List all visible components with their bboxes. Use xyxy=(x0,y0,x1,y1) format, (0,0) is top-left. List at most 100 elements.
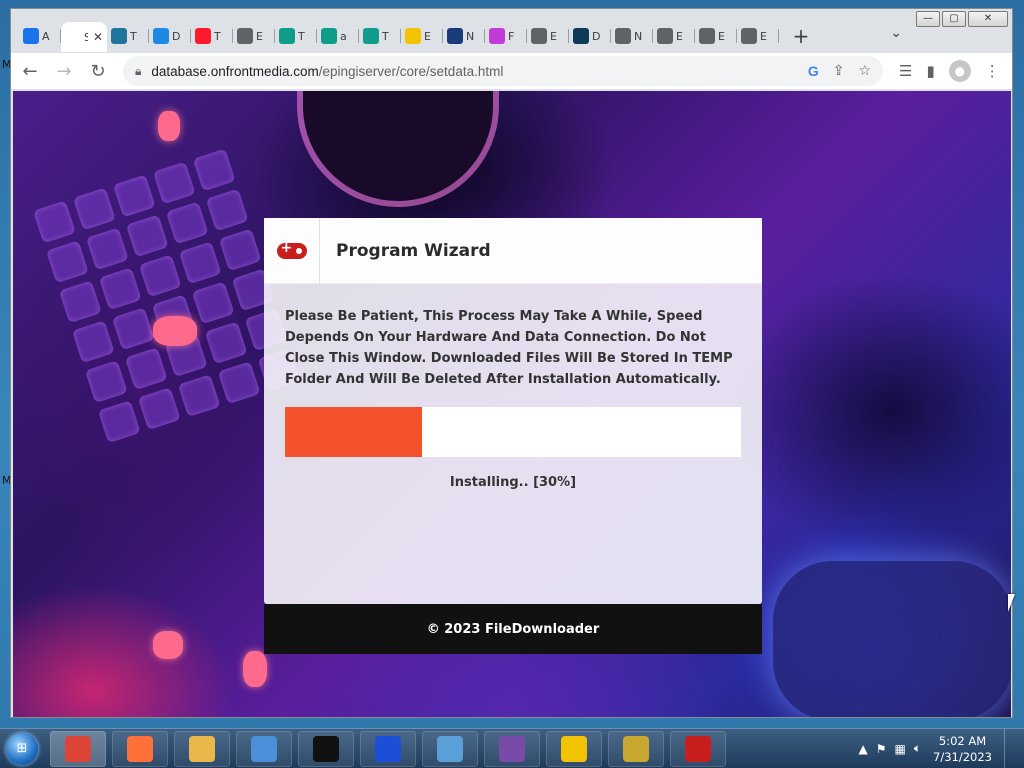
forward-button[interactable]: → xyxy=(49,56,79,86)
tab-2[interactable]: T xyxy=(107,22,149,50)
url-text: database.onfrontmedia.com/epingiserver/c… xyxy=(151,64,503,79)
tab-16[interactable]: E xyxy=(695,22,737,50)
clock[interactable]: 5:02 AM 7/31/2023 xyxy=(929,733,996,765)
tab-5[interactable]: E xyxy=(233,22,275,50)
tab-title: F xyxy=(508,29,515,43)
tab-13[interactable]: D xyxy=(569,22,611,50)
network-icon[interactable]: ▦ xyxy=(894,742,905,756)
tab-17[interactable]: E xyxy=(737,22,779,50)
tab-12[interactable]: E xyxy=(527,22,569,50)
new-tab-button[interactable]: + xyxy=(787,22,815,50)
tab-title: N xyxy=(634,29,642,43)
background-key xyxy=(138,254,182,298)
tab-title: E xyxy=(424,29,431,43)
taskbar-items xyxy=(44,730,726,767)
taskbar-installer[interactable] xyxy=(422,730,478,767)
share-icon[interactable]: ⇪ xyxy=(833,63,845,79)
show-desktop-button[interactable] xyxy=(1004,728,1016,768)
background-key xyxy=(98,267,142,311)
tab-title: D xyxy=(172,29,180,43)
background-key xyxy=(165,201,209,245)
globe-icon xyxy=(657,28,673,44)
bookmark-star-icon[interactable]: ☆ xyxy=(858,63,871,79)
reload-button[interactable]: ↻ xyxy=(83,56,113,86)
taskbar-explorer[interactable] xyxy=(174,730,230,767)
tab-search-icon[interactable]: ⌄ xyxy=(890,25,902,41)
google-lens-icon[interactable]: G xyxy=(808,63,819,79)
tab-title: a xyxy=(340,29,347,43)
background-key xyxy=(112,174,156,218)
tab-title: E xyxy=(256,29,263,43)
taskbar-tool[interactable] xyxy=(484,730,540,767)
tab-7[interactable]: a xyxy=(317,22,359,50)
cloud-icon xyxy=(153,28,169,44)
taskbar-app[interactable] xyxy=(670,730,726,767)
tab-strip: AS✕TDTETaTENFEDNEEE+⌄ xyxy=(11,21,1012,52)
tab-0[interactable]: A xyxy=(19,22,61,50)
browser-window: — ▢ ✕ AS✕TDTETaTENFEDNEEE+⌄ ← → ↻ 🔒︎ dat… xyxy=(10,8,1013,718)
globe-icon xyxy=(531,28,547,44)
tab-title: E xyxy=(550,29,557,43)
network-icon xyxy=(623,735,649,762)
tab-title: T xyxy=(382,29,389,43)
tab-3[interactable]: D xyxy=(149,22,191,50)
tray-expand-icon[interactable]: ▲ xyxy=(858,742,867,756)
flag-icon[interactable]: ⚑ xyxy=(876,742,887,756)
back-button[interactable]: ← xyxy=(15,56,45,86)
app-icon xyxy=(685,735,711,762)
background-key xyxy=(125,214,169,258)
taskbar-network[interactable] xyxy=(608,730,664,767)
tab-9[interactable]: E xyxy=(401,22,443,50)
tab-11[interactable]: F xyxy=(485,22,527,50)
tab-close-icon[interactable]: ✕ xyxy=(93,30,103,44)
program-wizard-dialog: Program Wizard Please Be Patient, This P… xyxy=(264,217,762,654)
start-button[interactable]: ⊞ xyxy=(0,729,44,768)
tab-15[interactable]: E xyxy=(653,22,695,50)
opera-icon xyxy=(195,28,211,44)
tab-10[interactable]: N xyxy=(443,22,485,50)
address-bar[interactable]: 🔒︎ database.onfrontmedia.com/epingiserve… xyxy=(123,56,883,86)
wizard-message: Please Be Patient, This Process May Take… xyxy=(285,309,733,387)
play-icon xyxy=(279,28,295,44)
background-key xyxy=(71,320,115,364)
background-key xyxy=(218,228,262,272)
menu-kebab-icon[interactable]: ⋮ xyxy=(985,62,1000,80)
reload-icon: ↻ xyxy=(90,60,106,82)
explorer-icon xyxy=(189,735,215,762)
taskbar-security[interactable] xyxy=(236,730,292,767)
wizard-footer: © 2023 FileDownloader xyxy=(264,604,762,654)
tab-14[interactable]: N xyxy=(611,22,653,50)
puzzle-icon xyxy=(561,735,587,762)
side-panel-icon[interactable]: ▮ xyxy=(926,62,934,80)
globe-icon xyxy=(699,28,715,44)
profile-avatar[interactable]: ● xyxy=(948,60,971,82)
person-icon: ● xyxy=(954,64,965,78)
taskbar-terminal[interactable] xyxy=(298,730,354,767)
page-content: Program Wizard Please Be Patient, This P… xyxy=(13,91,1011,717)
globe-icon xyxy=(741,28,757,44)
arrow-right-icon: → xyxy=(56,60,72,82)
background-key xyxy=(192,148,236,192)
tab-6[interactable]: T xyxy=(275,22,317,50)
chrome-icon xyxy=(615,28,631,44)
reading-list-icon[interactable]: ☰ xyxy=(899,62,912,80)
background-key xyxy=(33,200,76,244)
background-key xyxy=(111,307,155,351)
taskbar-chrome[interactable] xyxy=(50,730,106,767)
tab-8[interactable]: T xyxy=(359,22,401,50)
wizard-body: Please Be Patient, This Process May Take… xyxy=(264,284,762,490)
taskbar-malwarebytes[interactable] xyxy=(360,730,416,767)
taskbar-firefox[interactable] xyxy=(112,730,168,767)
background-key xyxy=(72,187,116,231)
tab-1[interactable]: S✕ xyxy=(61,22,107,52)
tab-4[interactable]: T xyxy=(191,22,233,50)
volume-icon[interactable]: 🔈︎ xyxy=(914,741,921,756)
tab-title: T xyxy=(298,29,305,43)
tab-title: N xyxy=(466,29,474,43)
play-icon xyxy=(363,28,379,44)
gamepad-icon xyxy=(276,240,307,259)
background-controller xyxy=(773,561,1011,717)
toolbar: ← → ↻ 🔒︎ database.onfrontmedia.com/eping… xyxy=(11,53,1012,89)
progress-fill xyxy=(285,407,422,457)
taskbar-puzzle[interactable] xyxy=(546,730,602,767)
